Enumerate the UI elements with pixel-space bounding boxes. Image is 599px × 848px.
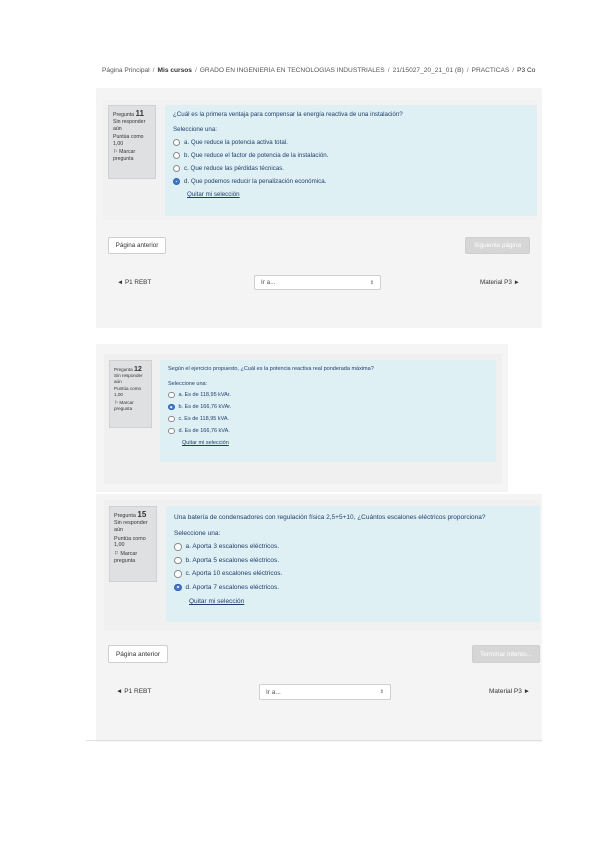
jump-to-value: Ir a... (261, 279, 276, 286)
question-number: 15 (137, 510, 147, 519)
breadcrumb-home[interactable]: Página Principal (102, 67, 150, 74)
select-arrow-icon: ⇕ (369, 279, 374, 286)
answer-prompt: Seleccione una: (173, 126, 218, 133)
radio-a[interactable] (168, 391, 175, 399)
radio-c[interactable] (173, 165, 180, 172)
option-label: d. Que podemos reducir la penalización e… (184, 178, 327, 185)
question-points: Puntúa como 1,00 (114, 386, 142, 398)
question-text: Una batería de condensadores con regulac… (174, 514, 486, 521)
question-label: Pregunta (113, 112, 135, 118)
question-text: Según el ejercicio propuesto, ¿Cuál es l… (168, 366, 374, 372)
flag-icon: ⚐ (114, 551, 119, 557)
answer-option-b[interactable]: b. Es de 166,76 kVAr. (168, 401, 488, 413)
question-status: Sin responder aún (114, 520, 148, 533)
jump-to-select[interactable]: Ir a... ⇕ (259, 684, 391, 700)
radio-d-selected[interactable] (174, 583, 182, 591)
option-label: d. Aporta 7 escalones eléctricos. (185, 583, 280, 591)
question-12-content: Según el ejercicio propuesto, ¿Cuál es l… (160, 360, 496, 462)
radio-c[interactable] (168, 415, 175, 423)
jump-to-value: Ir a... (266, 688, 281, 696)
question-number: 12 (133, 364, 142, 373)
radio-b-selected[interactable] (168, 403, 175, 411)
answer-option-d[interactable]: d. Que podemos reducir la penalización e… (173, 175, 529, 188)
finish-attempt-button[interactable]: Terminar intento... (472, 645, 540, 663)
answer-option-a[interactable]: a. Es de 118,95 kVAr. (168, 389, 488, 401)
prev-activity-link[interactable]: ◄ P1 REBT (116, 688, 151, 695)
radio-c[interactable] (174, 570, 182, 578)
radio-a[interactable] (173, 139, 180, 146)
jump-to-select[interactable]: Ir a... ⇕ (254, 275, 381, 290)
prev-activity-link[interactable]: ◄ P1 REBT (117, 279, 151, 286)
question-15-content: Una batería de condensadores con regulac… (166, 506, 540, 622)
question-label: Pregunta (114, 513, 136, 519)
option-label: b. Que reduce el factor de potencia de l… (184, 152, 329, 159)
option-label: a. Es de 118,95 kVAr. (178, 392, 231, 398)
breadcrumb-practicas[interactable]: PRACTICAS (472, 67, 510, 74)
question-points: Puntúa como 1,00 (113, 134, 144, 147)
answer-option-c[interactable]: c. Aporta 10 escalones eléctricos. (174, 567, 532, 581)
option-label: c. Aporta 10 escalones eléctricos. (185, 570, 283, 578)
clear-selection-link[interactable]: Quitar mi selección (189, 598, 244, 605)
flag-question-link[interactable]: ⚐ Marcar pregunta (113, 149, 151, 162)
question-11-info: Pregunta 11 Sin responder aún Puntúa com… (108, 105, 156, 179)
question-11-content: ¿Cuál es la primera ventaja para compens… (165, 105, 537, 216)
answer-option-c[interactable]: c. Es de 118,95 kVA. (168, 413, 488, 425)
answer-option-b[interactable]: b. Aporta 5 escalones eléctricos. (174, 554, 532, 568)
option-label: b. Es de 166,76 kVAr. (178, 404, 232, 410)
answer-option-c[interactable]: c. Que reduce las pérdidas técnicas. (173, 162, 529, 175)
breadcrumb-course[interactable]: 21/15027_20_21_01 (B) (393, 67, 464, 74)
answer-option-a[interactable]: a. Que reduce la potencia activa total. (173, 136, 529, 149)
next-page-button[interactable]: Siguiente página (465, 237, 530, 254)
select-arrow-icon: ⇕ (379, 689, 384, 695)
question-status: Sin responder aún (113, 119, 146, 132)
flag-question-link[interactable]: ⚐ Marcar pregunta (114, 551, 152, 565)
previous-page-button[interactable]: Página anterior (108, 645, 168, 663)
clear-selection-link[interactable]: Quitar mi selección (187, 191, 240, 198)
question-number: 11 (135, 109, 144, 118)
answer-option-a[interactable]: a. Aporta 3 escalones eléctricos. (174, 540, 532, 554)
answer-option-d[interactable]: d. Aporta 7 escalones eléctricos. (174, 581, 532, 595)
question-text: ¿Cuál es la primera ventaja para compens… (173, 111, 403, 118)
divider (86, 740, 542, 741)
question-12-info: Pregunta 12 Sin responder aún Puntúa com… (109, 360, 152, 428)
flag-question-link[interactable]: ⚐ Marcar pregunta (114, 400, 147, 411)
question-15-info: Pregunta 15 Sin responder aún Puntúa com… (109, 506, 157, 582)
radio-d[interactable] (168, 427, 175, 435)
breadcrumb-current: P3 Co (517, 67, 536, 74)
question-label: Pregunta (114, 367, 133, 372)
option-label: c. Que reduce las pérdidas técnicas. (184, 165, 285, 172)
flag-icon: ⚐ (114, 399, 119, 405)
previous-page-button[interactable]: Página anterior (108, 237, 166, 254)
next-activity-link[interactable]: Material P3 ► (489, 688, 530, 695)
radio-b[interactable] (174, 556, 182, 564)
radio-a[interactable] (174, 543, 182, 551)
question-points: Puntúa como 1,00 (114, 535, 146, 549)
option-label: b. Aporta 5 escalones eléctricos. (185, 556, 280, 564)
option-label: d. Es de 166,76 kVA. (178, 428, 230, 434)
breadcrumb: Página Principal / Mis cursos / GRADO EN ING… (102, 67, 536, 74)
radio-b[interactable] (173, 152, 180, 159)
option-label: a. Que reduce la potencia activa total. (184, 139, 288, 146)
option-label: c. Es de 118,95 kVA. (178, 416, 230, 422)
breadcrumb-my-courses[interactable]: Mis cursos (158, 67, 192, 74)
question-status: Sin responder aún (114, 373, 143, 384)
flag-icon: ⚐ (113, 149, 118, 155)
next-activity-link[interactable]: Material P3 ► (480, 279, 520, 286)
answer-option-b[interactable]: b. Que reduce el factor de potencia de l… (173, 149, 529, 162)
answer-prompt: Seleccione una: (168, 381, 208, 387)
option-label: a. Aporta 3 escalones eléctricos. (185, 543, 280, 551)
breadcrumb-degree[interactable]: GRADO EN INGENIERÍA EN TECNOLOGÍAS INDUS… (200, 67, 385, 74)
clear-selection-link[interactable]: Quitar mi selección (182, 440, 229, 446)
answer-prompt: Seleccione una: (174, 530, 221, 537)
radio-d-selected[interactable] (173, 178, 180, 185)
answer-option-d[interactable]: d. Es de 166,76 kVA. (168, 425, 488, 437)
